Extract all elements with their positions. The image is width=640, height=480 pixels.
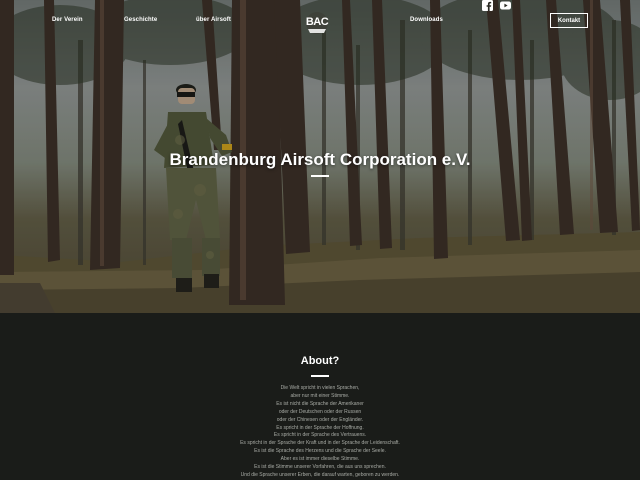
facebook-icon[interactable] [482, 0, 493, 11]
youtube-icon[interactable] [500, 0, 511, 11]
about-line: Es spricht in der Sprache der Hoffnung. [276, 424, 364, 431]
about-line: Und die Sprache unserer Erben, die darau… [240, 471, 400, 478]
hero-section: Der Verein Geschichte über Airsoft BAC D… [0, 0, 640, 313]
nav-link-geschichte[interactable]: Geschichte [124, 17, 157, 23]
about-line: oder der Chinesen oder der Engländer. [276, 416, 364, 423]
about-line: Die Welt spricht in vielen Sprachen, [280, 385, 360, 391]
nav-link-downloads[interactable]: Downloads [410, 17, 443, 23]
about-line: Es spricht in der Sprache des Vertrauens… [273, 432, 367, 439]
about-line: Es spricht in der Sprache der Kraft und … [240, 440, 400, 447]
nav-link-der-verein[interactable]: Der Verein [52, 17, 83, 23]
nav-link-ueber-airsoft[interactable]: über Airsoft [196, 17, 231, 23]
hero-divider [311, 175, 329, 177]
about-section: About? Die Welt spricht in vielen Sprach… [0, 313, 640, 480]
kontakt-button[interactable]: Kontakt [550, 13, 588, 28]
about-line: oder der Deutschen oder der Russen [278, 408, 362, 415]
about-line: Aber es ist immer dieselbe Stimme. [280, 456, 360, 463]
bac-logo[interactable]: BAC [304, 10, 330, 34]
about-line: Es ist nicht die Sprache der Amerikaner [276, 400, 364, 407]
about-line: Es ist die Stimme unserer Vorfahren, die… [254, 464, 386, 471]
about-text: Die Welt spricht in vielen Sprachen, abe… [0, 385, 640, 480]
logo-text: BAC [305, 16, 329, 28]
hero-title: Brandenburg Airsoft Corporation e.V. [169, 150, 471, 169]
about-title: About? [300, 355, 340, 367]
about-line: aber nur mit einer Stimme. [290, 392, 350, 399]
about-line: Es ist die Sprache des Herzens und die S… [254, 448, 386, 455]
about-divider [311, 375, 329, 377]
